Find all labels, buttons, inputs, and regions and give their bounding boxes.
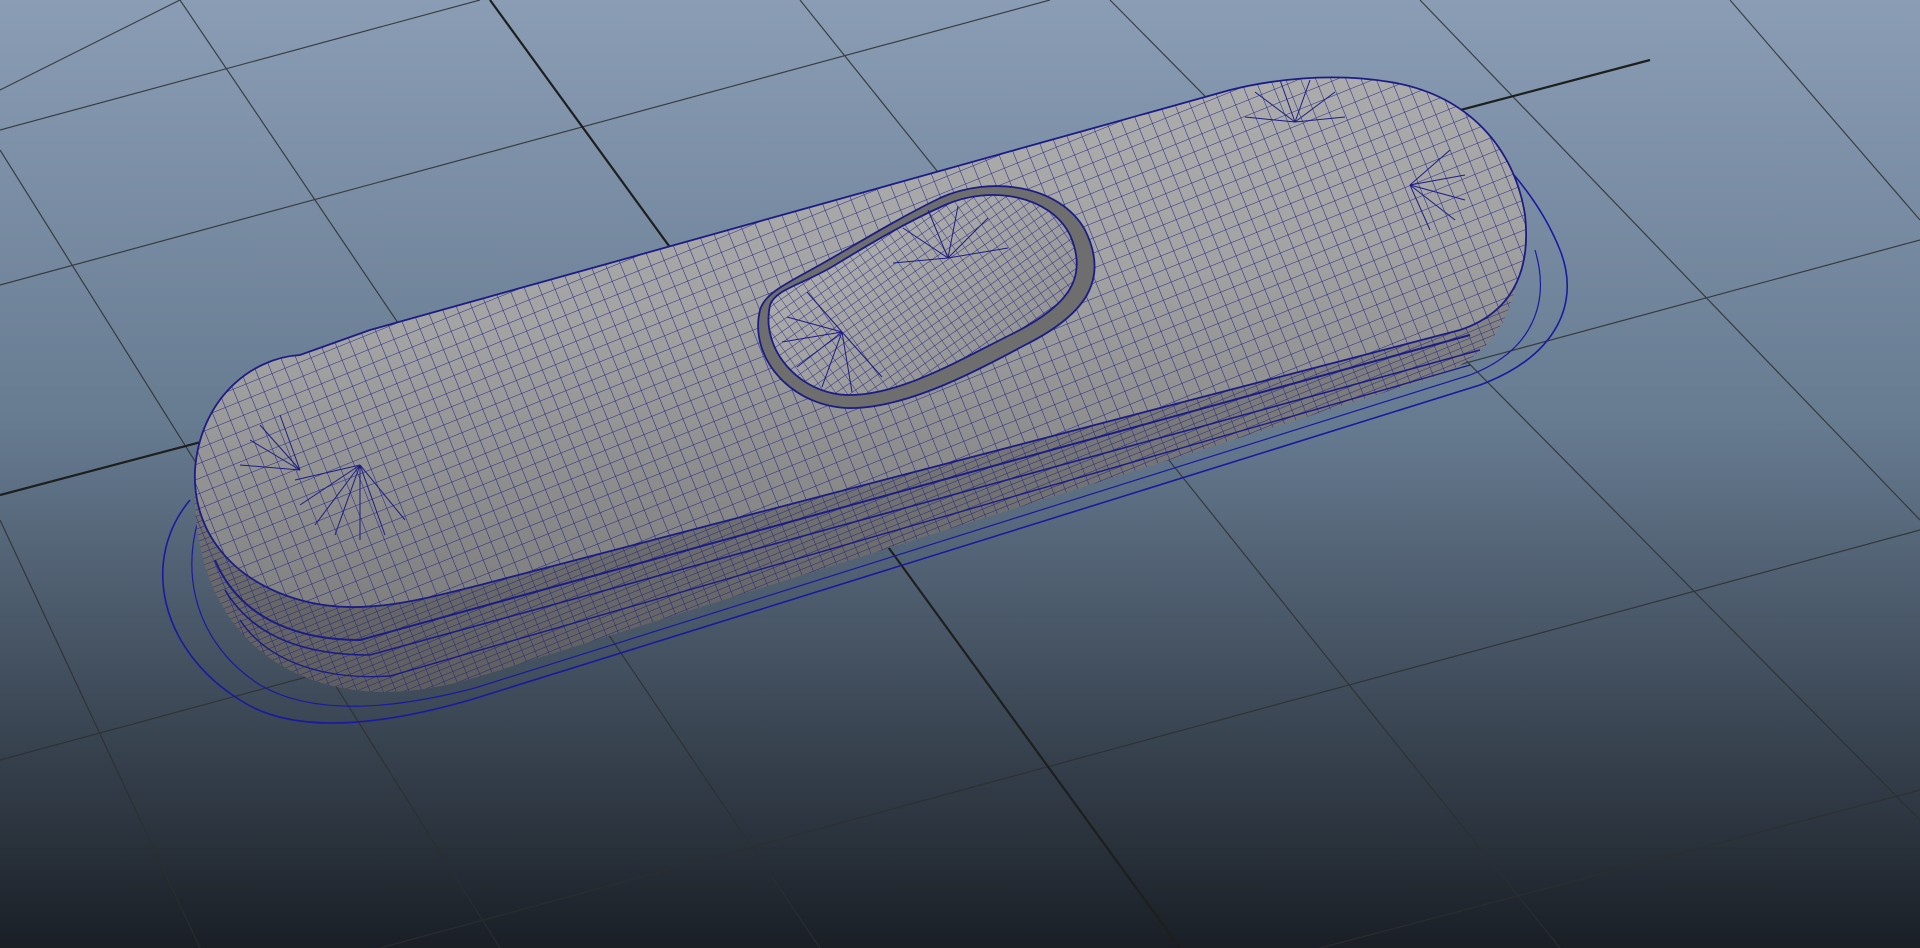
3d-viewport[interactable] (0, 0, 1920, 948)
viewport-canvas[interactable] (0, 0, 1920, 948)
